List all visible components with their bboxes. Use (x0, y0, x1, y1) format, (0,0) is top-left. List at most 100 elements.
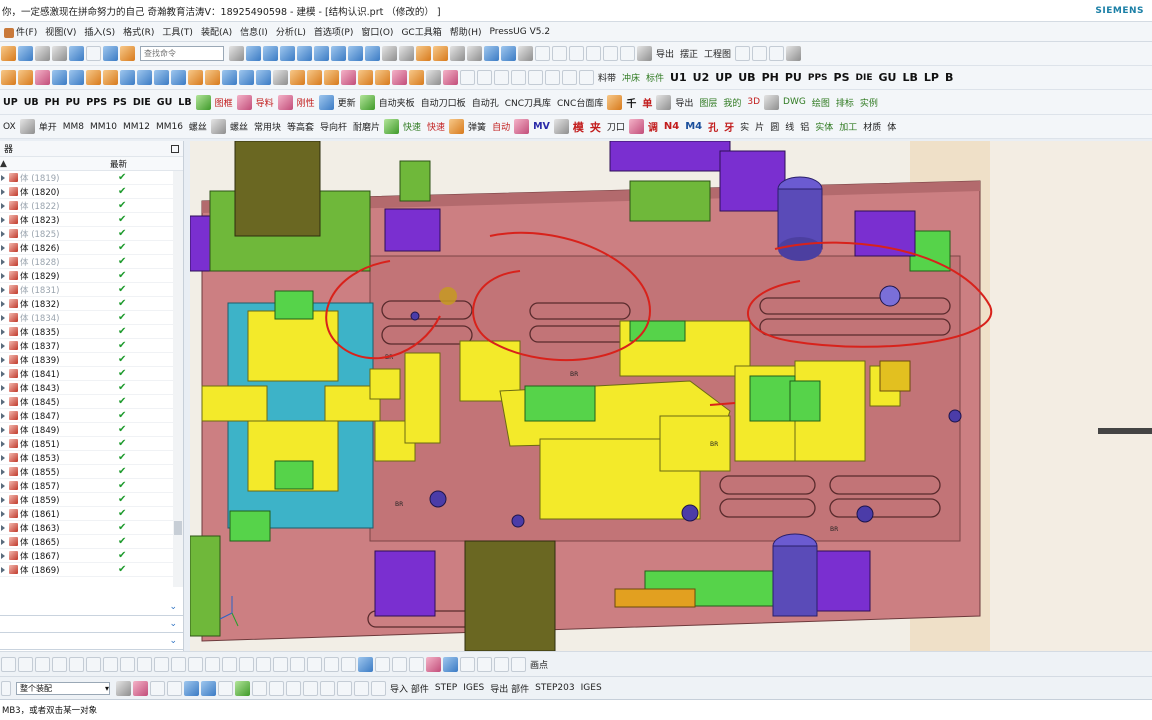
expand-icon[interactable] (1, 216, 7, 223)
boolean-icon[interactable] (297, 46, 312, 61)
collapse-icon[interactable]: ▲ (0, 159, 8, 169)
height-sleeve-label[interactable]: 等高套 (287, 120, 314, 133)
wave-icon[interactable] (752, 46, 768, 61)
navigator-row[interactable]: 体 (1823) ✔ (0, 213, 183, 227)
pattern-tool-icon[interactable] (154, 656, 169, 672)
pu-button[interactable]: PU (785, 71, 802, 84)
navigator-row[interactable]: 体 (1831) ✔ (0, 283, 183, 297)
navigator-row[interactable]: 体 (1849) ✔ (0, 423, 183, 437)
chevron-down-icon[interactable]: ⌄ (169, 636, 177, 646)
insert-icon[interactable] (392, 70, 407, 85)
lifter-icon[interactable] (426, 70, 441, 85)
body-select-icon[interactable] (184, 680, 199, 696)
quick-icon-a[interactable] (384, 119, 400, 134)
menu-help[interactable]: 帮助(H) (446, 25, 486, 38)
guide-rod-label[interactable]: 导向杆 (320, 120, 347, 133)
export-icon[interactable] (656, 94, 672, 110)
alu-label[interactable]: 铝 (800, 120, 809, 133)
menu-assembly[interactable]: 装配(A) (197, 25, 236, 38)
copy-icon[interactable] (409, 656, 424, 672)
constraint-icon[interactable] (239, 656, 254, 672)
offset-face-icon[interactable] (171, 70, 186, 85)
navigator-row[interactable]: 体 (1834) ✔ (0, 311, 183, 325)
navigator-row[interactable]: 体 (1845) ✔ (0, 395, 183, 409)
m4-button[interactable]: M4 (685, 121, 702, 132)
navigator-row[interactable]: 体 (1835) ✔ (0, 325, 183, 339)
navigator-row[interactable]: 体 (1869) ✔ (0, 563, 183, 577)
save-icon[interactable] (18, 46, 33, 61)
up-button[interactable]: UP (715, 71, 732, 84)
revolve-icon[interactable] (263, 46, 278, 61)
ox-label[interactable]: OX (3, 122, 16, 132)
menu-preferences[interactable]: 首选项(P) (310, 25, 357, 38)
strip-icon[interactable] (290, 70, 305, 85)
line-tool-icon[interactable] (1, 656, 16, 672)
navigator-row[interactable]: 体 (1820) ✔ (0, 185, 183, 199)
rigid-label[interactable]: 刚性 (297, 96, 315, 109)
control-point-icon[interactable] (354, 680, 369, 696)
blade-label[interactable]: 刀口 (607, 120, 625, 133)
toolbar-drawing-label[interactable]: 工程图 (704, 47, 731, 60)
thousand-label[interactable]: 千 (626, 95, 636, 110)
navigator-row[interactable]: 体 (1851) ✔ (0, 437, 183, 451)
draft-icon[interactable] (365, 46, 380, 61)
datum-icon[interactable] (484, 46, 499, 61)
face-select-icon[interactable] (201, 680, 216, 696)
mold-label[interactable]: 模 (573, 119, 584, 135)
measure-icon[interactable] (467, 46, 482, 61)
die-assembly-model[interactable]: BR BR BR BR BR (190, 141, 1152, 651)
navigator-row[interactable]: 体 (1822) ✔ (0, 199, 183, 213)
show-icon[interactable] (443, 656, 458, 672)
menu-file[interactable]: 件(F) (0, 25, 41, 38)
delete-icon[interactable] (518, 46, 533, 61)
navigator-scrollbar[interactable] (173, 171, 183, 587)
machining-label[interactable]: 加工 (839, 120, 857, 133)
menu-analysis[interactable]: 分析(L) (272, 25, 310, 38)
move-tool-icon[interactable] (392, 656, 407, 672)
section-icon[interactable] (545, 70, 560, 85)
body-label[interactable]: 体 (887, 120, 896, 133)
expand-icon[interactable] (1, 356, 7, 363)
graphics-viewport[interactable]: BR BR BR BR BR (190, 141, 1152, 651)
endpoint-icon[interactable] (252, 680, 267, 696)
expand-icon[interactable] (1, 286, 7, 293)
plot-label[interactable]: 绘图 (812, 96, 830, 109)
navigator-row[interactable]: 体 (1863) ✔ (0, 521, 183, 535)
u2-button[interactable]: U2 (693, 71, 710, 84)
drawing-icon[interactable] (764, 94, 780, 110)
tool-icon[interactable] (120, 46, 135, 61)
navigator-row[interactable]: 体 (1841) ✔ (0, 367, 183, 381)
up-small-button[interactable]: UP (3, 97, 18, 108)
hide-icon[interactable] (426, 656, 441, 672)
lb-button[interactable]: LB (902, 71, 917, 84)
expand-icon[interactable] (1, 202, 7, 209)
adjust-label[interactable]: 调 (648, 119, 658, 134)
detail-icon[interactable] (562, 70, 577, 85)
navigator-row[interactable]: 体 (1859) ✔ (0, 493, 183, 507)
expand-icon[interactable] (1, 566, 7, 573)
draw-point-label[interactable]: 画点 (530, 658, 548, 671)
auto-clamp-icon[interactable] (359, 94, 375, 110)
punch-icon[interactable] (307, 70, 322, 85)
circle-label[interactable]: 圆 (770, 120, 779, 133)
offset-tool-icon[interactable] (86, 656, 101, 672)
wcs-icon[interactable] (477, 656, 492, 672)
u1-button[interactable]: U1 (670, 71, 687, 84)
quadrant-icon[interactable] (320, 680, 335, 696)
curve-select-icon[interactable] (218, 680, 233, 696)
auto-cutter-plate-label[interactable]: 自动刀口板 (421, 96, 466, 109)
chamfer-icon[interactable] (348, 46, 363, 61)
frame-icon[interactable] (195, 94, 211, 110)
intersect-curve-icon[interactable] (290, 656, 305, 672)
snap-point-icon[interactable] (235, 680, 250, 696)
sew-icon[interactable] (256, 70, 271, 85)
bridge-icon[interactable] (307, 656, 322, 672)
sketch-icon[interactable] (416, 46, 431, 61)
thread-label[interactable]: 牙 (724, 119, 734, 134)
quick-label-b[interactable]: 快速 (427, 120, 445, 133)
pps-button[interactable]: PPS (808, 73, 828, 83)
navigator-row[interactable]: 体 (1847) ✔ (0, 409, 183, 423)
cnc-tool-library-label[interactable]: CNC刀具库 (505, 96, 551, 109)
maximize-icon[interactable] (171, 144, 179, 153)
expand-icon[interactable] (1, 552, 7, 559)
